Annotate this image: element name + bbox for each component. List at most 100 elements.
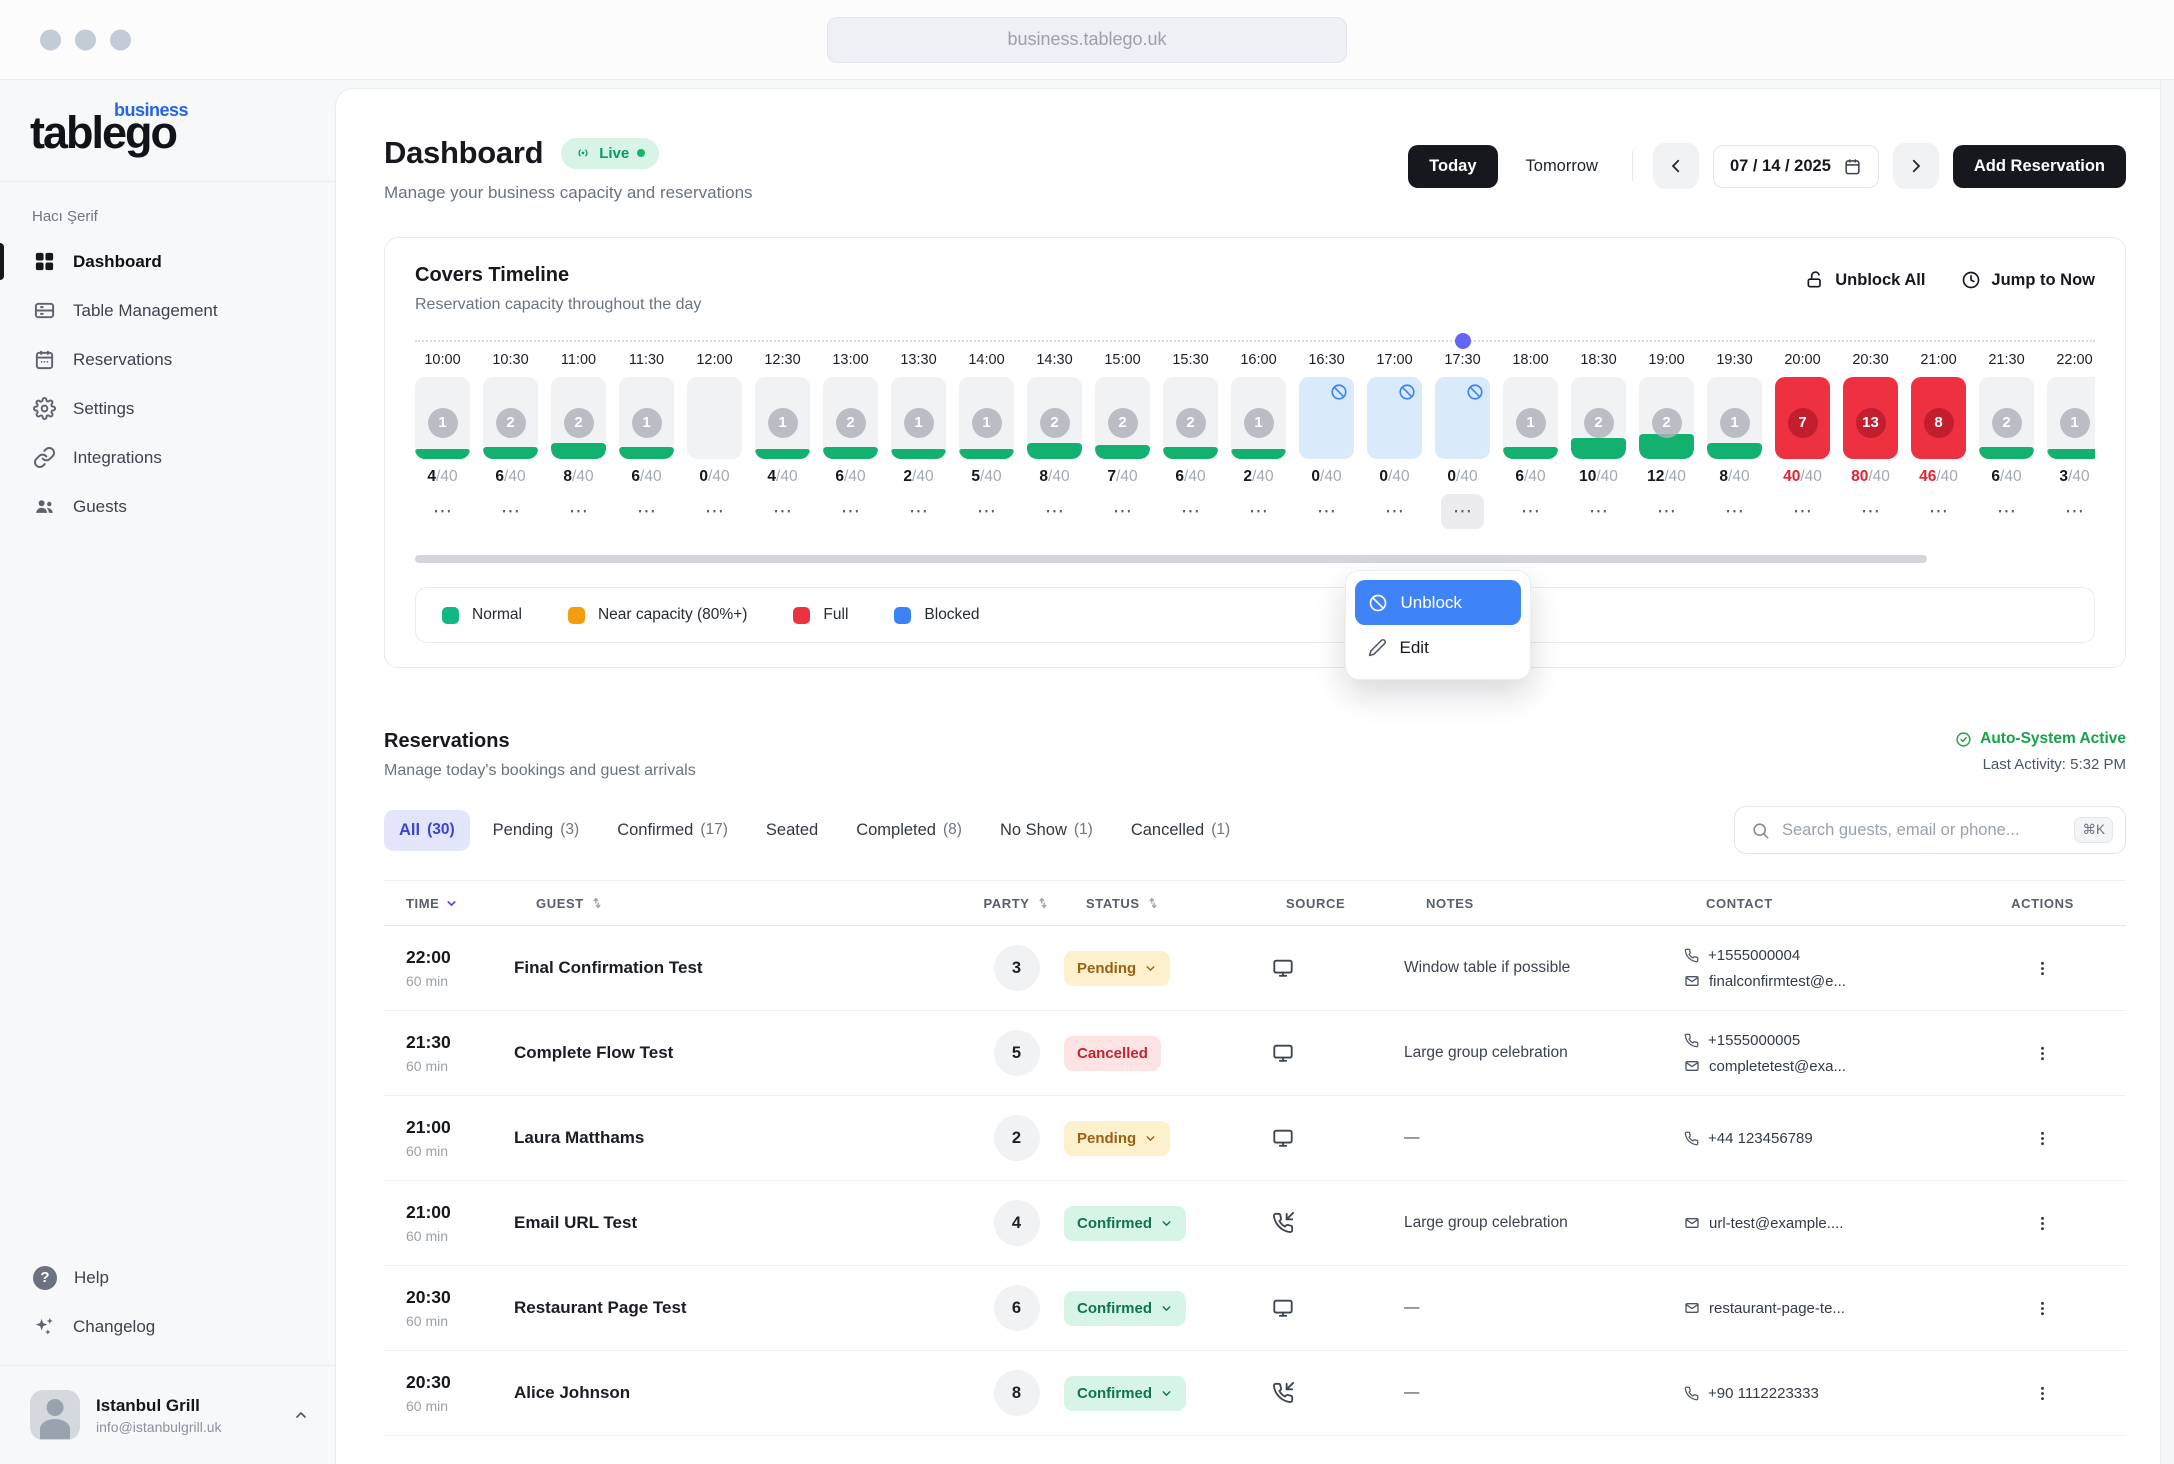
- table-row[interactable]: 21:00 60 min Laura Matthams 2 Pending — …: [384, 1096, 2126, 1181]
- slot-capacity-bar[interactable]: [1299, 377, 1354, 459]
- slot-capacity-bar[interactable]: 1: [2047, 377, 2095, 459]
- slot-more-button[interactable]: ⋯: [897, 494, 940, 529]
- slot-capacity-bar[interactable]: 8: [1911, 377, 1966, 459]
- today-button[interactable]: Today: [1408, 145, 1497, 188]
- sidebar-item-table-management[interactable]: Table Management: [0, 286, 335, 335]
- slot-more-button[interactable]: ⋯: [965, 494, 1008, 529]
- slot-capacity-bar[interactable]: 7: [1775, 377, 1830, 459]
- slot-more-button[interactable]: ⋯: [489, 494, 532, 529]
- unblock-all-button[interactable]: Unblock All: [1805, 270, 1925, 290]
- sidebar-item-integrations[interactable]: Integrations: [0, 433, 335, 482]
- table-row[interactable]: 21:00 60 min Email URL Test 4 Confirmed …: [384, 1181, 2126, 1266]
- slot-capacity-bar[interactable]: [1367, 377, 1422, 459]
- tab-seated[interactable]: Seated: [751, 810, 833, 851]
- search-input[interactable]: [1782, 821, 2062, 840]
- slot-capacity-bar[interactable]: [1435, 377, 1490, 459]
- status-badge[interactable]: Pending: [1064, 951, 1170, 986]
- window-controls[interactable]: [40, 29, 131, 50]
- page-scrollbar[interactable]: [2160, 80, 2174, 1464]
- table-row[interactable]: 21:30 60 min Complete Flow Test 5 Cancel…: [384, 1011, 2126, 1096]
- slot-more-button[interactable]: ⋯: [1237, 494, 1280, 529]
- row-actions-button[interactable]: [2025, 1036, 2060, 1071]
- slot-more-button[interactable]: ⋯: [1373, 494, 1416, 529]
- status-badge[interactable]: Confirmed: [1064, 1206, 1186, 1241]
- column-header-time[interactable]: TIME: [384, 896, 514, 911]
- slot-capacity-bar[interactable]: 1: [1707, 377, 1762, 459]
- slot-capacity-bar[interactable]: 2: [483, 377, 538, 459]
- slot-capacity-bar[interactable]: 1: [959, 377, 1014, 459]
- slot-capacity-bar[interactable]: 1: [1503, 377, 1558, 459]
- slot-capacity-bar[interactable]: 1: [891, 377, 946, 459]
- slot-more-button[interactable]: ⋯: [829, 494, 872, 529]
- account-menu[interactable]: Istanbul Grill info@istanbulgrill.uk: [0, 1365, 335, 1464]
- date-picker[interactable]: 07 / 14 / 2025: [1713, 145, 1879, 188]
- window-dot[interactable]: [110, 29, 131, 50]
- slot-capacity-bar[interactable]: 13: [1843, 377, 1898, 459]
- slot-capacity-bar[interactable]: 2: [1571, 377, 1626, 459]
- column-header-status[interactable]: STATUS: [1064, 896, 1264, 911]
- slot-capacity-bar[interactable]: 1: [1231, 377, 1286, 459]
- slot-more-button[interactable]: ⋯: [1917, 494, 1960, 529]
- slot-more-button[interactable]: ⋯: [2053, 494, 2095, 529]
- table-row[interactable]: 20:30 60 min Alice Johnson 8 Confirmed —…: [384, 1351, 2126, 1436]
- slot-more-button[interactable]: ⋯: [1509, 494, 1552, 529]
- slot-more-button[interactable]: ⋯: [421, 494, 464, 529]
- slot-more-button[interactable]: ⋯: [1033, 494, 1076, 529]
- slot-more-button[interactable]: ⋯: [1101, 494, 1144, 529]
- slot-more-button[interactable]: ⋯: [693, 494, 736, 529]
- status-badge[interactable]: Confirmed: [1064, 1376, 1186, 1411]
- slot-more-button[interactable]: ⋯: [1985, 494, 2028, 529]
- window-dot[interactable]: [75, 29, 96, 50]
- slot-more-button[interactable]: ⋯: [1849, 494, 1892, 529]
- tab-confirmed[interactable]: Confirmed(17): [602, 810, 743, 851]
- slot-capacity-bar[interactable]: 1: [415, 377, 470, 459]
- search-box[interactable]: ⌘K: [1734, 806, 2126, 854]
- slot-more-button[interactable]: ⋯: [557, 494, 600, 529]
- timeline-scrollbar[interactable]: [415, 555, 1927, 563]
- slot-capacity-bar[interactable]: 1: [619, 377, 674, 459]
- column-header-party[interactable]: PARTY: [969, 896, 1064, 911]
- context-menu-item-unblock[interactable]: Unblock: [1355, 580, 1521, 625]
- window-dot[interactable]: [40, 29, 61, 50]
- row-actions-button[interactable]: [2025, 1206, 2060, 1241]
- jump-to-now-button[interactable]: Jump to Now: [1961, 270, 2095, 290]
- sidebar-item-changelog[interactable]: Changelog: [0, 1302, 335, 1351]
- tab-completed[interactable]: Completed(8): [841, 810, 977, 851]
- slot-more-button[interactable]: ⋯: [1441, 494, 1484, 529]
- slot-capacity-bar[interactable]: 2: [1639, 377, 1694, 459]
- slot-more-button[interactable]: ⋯: [1577, 494, 1620, 529]
- table-row[interactable]: 22:00 60 min Final Confirmation Test 3 P…: [384, 926, 2126, 1011]
- slot-more-button[interactable]: ⋯: [1305, 494, 1348, 529]
- row-actions-button[interactable]: [2025, 1376, 2060, 1411]
- slot-capacity-bar[interactable]: 2: [1979, 377, 2034, 459]
- prev-day-button[interactable]: [1653, 143, 1699, 189]
- add-reservation-button[interactable]: Add Reservation: [1953, 145, 2126, 188]
- slot-capacity-bar[interactable]: 2: [823, 377, 878, 459]
- tab-no-show[interactable]: No Show(1): [985, 810, 1108, 851]
- sidebar-item-dashboard[interactable]: Dashboard: [0, 237, 335, 286]
- sidebar-item-help[interactable]: ? Help: [0, 1253, 335, 1302]
- tab-cancelled[interactable]: Cancelled(1): [1116, 810, 1245, 851]
- context-menu-item-edit[interactable]: Edit: [1355, 625, 1521, 670]
- slot-more-button[interactable]: ⋯: [1781, 494, 1824, 529]
- slot-capacity-bar[interactable]: 2: [1163, 377, 1218, 459]
- slot-capacity-bar[interactable]: 2: [1027, 377, 1082, 459]
- slot-more-button[interactable]: ⋯: [1713, 494, 1756, 529]
- table-row[interactable]: 20:30 60 min Restaurant Page Test 6 Conf…: [384, 1266, 2126, 1351]
- tab-all[interactable]: All(30): [384, 810, 470, 851]
- next-day-button[interactable]: [1893, 143, 1939, 189]
- slot-capacity-bar[interactable]: 2: [1095, 377, 1150, 459]
- sidebar-item-reservations[interactable]: Reservations: [0, 335, 335, 384]
- slot-capacity-bar[interactable]: 2: [551, 377, 606, 459]
- tomorrow-button[interactable]: Tomorrow: [1512, 145, 1612, 188]
- row-actions-button[interactable]: [2025, 1291, 2060, 1326]
- sidebar-item-settings[interactable]: Settings: [0, 384, 335, 433]
- slot-more-button[interactable]: ⋯: [625, 494, 668, 529]
- status-badge[interactable]: Confirmed: [1064, 1291, 1186, 1326]
- slot-more-button[interactable]: ⋯: [1169, 494, 1212, 529]
- sidebar-item-guests[interactable]: Guests: [0, 482, 335, 531]
- tab-pending[interactable]: Pending(3): [478, 810, 595, 851]
- slot-capacity-bar[interactable]: [687, 377, 742, 459]
- status-badge[interactable]: Cancelled: [1064, 1036, 1161, 1071]
- address-bar[interactable]: business.tablego.uk: [827, 17, 1347, 63]
